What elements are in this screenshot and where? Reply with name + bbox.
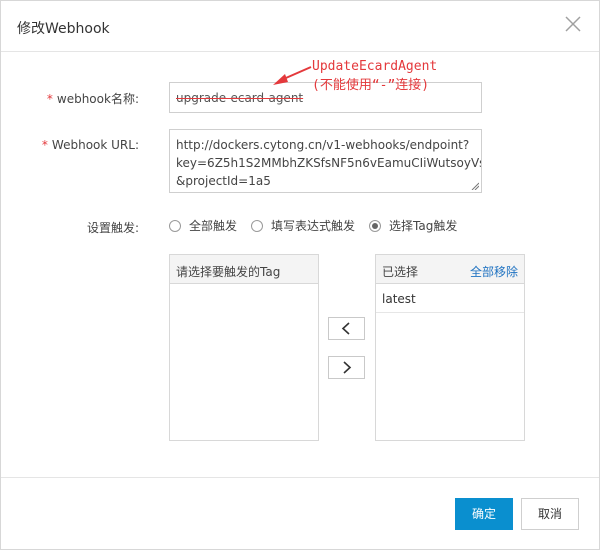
- required-mark: *: [41, 138, 48, 152]
- selected-tag-item[interactable]: latest: [376, 284, 524, 313]
- selected-tags-header: 已选择 全部移除: [376, 255, 524, 284]
- webhook-name-label: * webhook名称:: [46, 92, 139, 106]
- required-mark: *: [46, 92, 53, 106]
- annotation-line-1: UpdateEcardAgent: [312, 59, 438, 74]
- radio-tag[interactable]: [369, 219, 382, 232]
- url-line-3: &projectId=1a5: [176, 174, 271, 188]
- trigger-option-expression[interactable]: 填写表达式触发: [251, 217, 355, 234]
- selected-tags-title: 已选择: [382, 265, 419, 279]
- remove-all-link[interactable]: 全部移除: [470, 263, 518, 280]
- available-tags-title: 请选择要触发的Tag: [176, 265, 281, 279]
- trigger-radio-group: 全部触发 填写表达式触发 选择Tag触发: [169, 217, 471, 234]
- dialog-header: 修改Webhook: [1, 1, 599, 52]
- dialog-title: 修改Webhook: [17, 21, 110, 37]
- move-right-button[interactable]: [328, 356, 365, 379]
- selected-tag-label: latest: [382, 292, 416, 306]
- cancel-button[interactable]: 取消: [521, 498, 579, 530]
- webhook-url-textarea[interactable]: http://dockers.cytong.cn/v1-webhooks/end…: [169, 129, 482, 193]
- webhook-url-label: * Webhook URL:: [41, 138, 139, 152]
- available-tags-panel: 请选择要触发的Tag: [169, 254, 319, 441]
- selected-tags-panel: 已选择 全部移除 latest: [375, 254, 525, 441]
- radio-expression[interactable]: [251, 219, 264, 232]
- confirm-button[interactable]: 确定: [455, 498, 513, 530]
- edit-webhook-dialog: 修改Webhook * webhook名称: upgrade-ecard-agen…: [0, 0, 600, 550]
- radio-all[interactable]: [169, 219, 181, 232]
- dialog-footer: 确定 取消: [1, 477, 599, 550]
- annotation-line-2: (不能使用“-”连接): [312, 78, 430, 93]
- available-tags-header: 请选择要触发的Tag: [170, 255, 318, 284]
- url-line-1: http://dockers.cytong.cn/v1-webhooks/end…: [176, 138, 470, 152]
- annotation-note: UpdateEcardAgent (不能使用“-”连接): [312, 57, 437, 95]
- resize-handle-icon[interactable]: [471, 182, 479, 190]
- url-line-2: key=6Z5h1S2MMbhZKSfsNF5n6vEamuCIiWutsoyV…: [176, 156, 482, 170]
- trigger-option-tag[interactable]: 选择Tag触发: [369, 217, 457, 234]
- chevron-left-icon: [341, 322, 350, 335]
- move-left-button[interactable]: [328, 317, 365, 340]
- chevron-right-icon: [343, 361, 352, 374]
- close-icon[interactable]: [563, 14, 583, 34]
- webhook-name-value: upgrade-ecard-agent: [176, 91, 304, 105]
- trigger-option-all[interactable]: 全部触发: [169, 217, 237, 234]
- trigger-label: 设置触发:: [86, 221, 139, 235]
- annotation-arrow-icon: [273, 66, 312, 85]
